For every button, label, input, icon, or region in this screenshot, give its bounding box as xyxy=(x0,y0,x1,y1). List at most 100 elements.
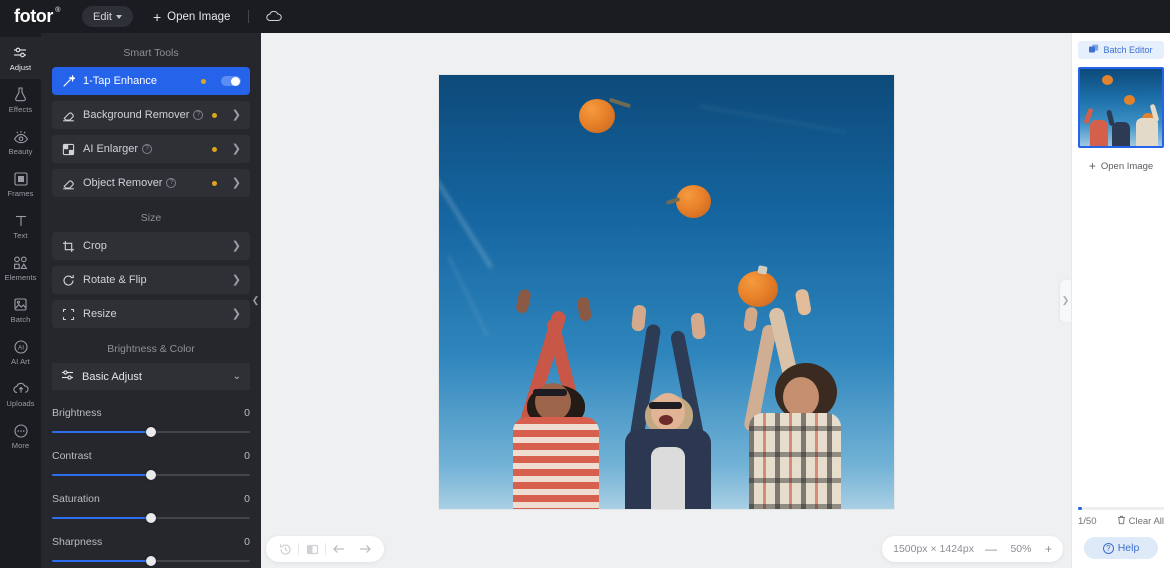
eraser-icon xyxy=(61,109,75,122)
chevron-down-icon[interactable]: ⌄ xyxy=(233,371,241,382)
slider-track[interactable] xyxy=(52,470,250,480)
sidebar-item-ai-art[interactable]: AI AI Art xyxy=(0,331,41,373)
sidebar-item-elements[interactable]: Elements xyxy=(0,247,41,289)
help-icon[interactable]: ? xyxy=(142,144,153,155)
shapes-icon xyxy=(13,255,28,271)
enhance-toggle[interactable] xyxy=(221,76,241,86)
help-icon[interactable]: ? xyxy=(193,110,204,121)
flask-icon xyxy=(14,87,27,103)
person-center xyxy=(607,289,727,509)
canvas-image[interactable] xyxy=(438,74,894,509)
chevron-right-icon[interactable]: ❯ xyxy=(232,109,241,121)
clear-all-label: Clear All xyxy=(1128,516,1164,527)
zoom-level[interactable]: 50% xyxy=(1008,543,1034,555)
tool-label: 1-Tap Enhance xyxy=(83,75,157,87)
chevron-right-icon[interactable]: ❯ xyxy=(232,143,241,155)
zoom-out-button[interactable]: — xyxy=(985,543,997,555)
tool-background-remover[interactable]: Background Remover? ❯ xyxy=(52,101,250,129)
eye-icon xyxy=(13,129,29,145)
contrail xyxy=(446,254,488,337)
slider-value: 0 xyxy=(244,450,250,462)
slider-fill xyxy=(52,560,151,562)
slider-thumb[interactable] xyxy=(146,427,156,437)
chevron-right-icon[interactable]: ❯ xyxy=(232,308,241,320)
sidebar-item-more[interactable]: More xyxy=(0,415,41,457)
cloud-icon[interactable] xyxy=(266,11,283,22)
rotate-icon xyxy=(61,274,75,287)
redo-button[interactable] xyxy=(352,537,378,561)
slider-value: 0 xyxy=(244,407,250,419)
tool-ai-enlarger[interactable]: AI Enlarger? ❯ xyxy=(52,135,250,163)
tool-resize[interactable]: Resize ❯ xyxy=(52,300,250,328)
batch-editor-button[interactable]: Batch Editor xyxy=(1078,41,1164,59)
shirt xyxy=(650,446,685,509)
basic-adjust-accordion[interactable]: Basic Adjust ⌄ xyxy=(52,363,250,390)
collapse-right-panel-handle[interactable]: ❯ xyxy=(1060,279,1071,322)
chevron-right-icon[interactable]: ❯ xyxy=(232,240,241,252)
sidebar-item-text[interactable]: Text xyxy=(0,205,41,247)
tool-label: Object Remover? xyxy=(83,177,204,189)
compare-split-icon[interactable] xyxy=(299,537,325,561)
batch-scrollbar[interactable] xyxy=(1078,507,1164,510)
hand xyxy=(514,287,532,314)
fotor-photo-editor: fotor ® Edit + Open Image Adjust Effects… xyxy=(0,0,1170,568)
fotor-logo[interactable]: fotor ® xyxy=(14,6,60,27)
image-count: 1/50 xyxy=(1078,516,1097,527)
tool-label: Crop xyxy=(83,240,107,252)
premium-dot xyxy=(211,112,217,118)
sidebar-item-label: Frames xyxy=(7,188,34,198)
slider-thumb[interactable] xyxy=(146,470,156,480)
slider-header: Brightness 0 xyxy=(52,407,250,419)
help-icon[interactable]: ? xyxy=(166,178,177,189)
undo-button[interactable] xyxy=(326,537,352,561)
sidebar-item-frames[interactable]: Frames xyxy=(0,163,41,205)
slider-label: Contrast xyxy=(52,450,92,462)
hand xyxy=(689,311,706,340)
image-dimensions: 1500px × 1424px xyxy=(893,543,974,555)
trash-icon xyxy=(1117,515,1126,528)
tool-1-tap-enhance[interactable]: 1-Tap Enhance xyxy=(52,67,250,95)
eraser-icon xyxy=(61,177,75,190)
chevron-right-icon[interactable]: ❯ xyxy=(232,274,241,286)
canvas-area[interactable]: ❮ 1500px × 1424px — 50% + ❯ xyxy=(250,33,1071,568)
slider-track[interactable] xyxy=(52,513,250,523)
collapse-left-panel-handle[interactable]: ❮ xyxy=(250,274,261,327)
image-thumbnail[interactable] xyxy=(1078,67,1164,148)
edit-dropdown[interactable]: Edit xyxy=(81,6,133,27)
sidebar-item-uploads[interactable]: Uploads xyxy=(0,373,41,415)
magic-wand-icon xyxy=(61,74,75,88)
slider-thumb[interactable] xyxy=(146,556,156,566)
open-image-button[interactable]: + Open Image xyxy=(1078,157,1164,175)
thumb-pumpkin xyxy=(1102,75,1113,85)
sidebar-item-effects[interactable]: Effects xyxy=(0,79,41,121)
hand xyxy=(742,305,758,332)
tool-object-remover[interactable]: Object Remover? ❯ xyxy=(52,169,250,197)
open-mouth xyxy=(658,414,673,425)
thumb-person xyxy=(1136,118,1158,146)
history-reset-icon[interactable] xyxy=(272,537,298,561)
clear-all-button[interactable]: Clear All xyxy=(1117,515,1164,528)
sidebar-item-beauty[interactable]: Beauty xyxy=(0,121,41,163)
slider-thumb[interactable] xyxy=(146,513,156,523)
chevron-right-icon[interactable]: ❯ xyxy=(232,177,241,189)
sidebar-item-label: Beauty xyxy=(8,146,33,156)
slider-fill xyxy=(52,517,151,519)
slider-track[interactable] xyxy=(52,556,250,566)
sidebar-item-label: Batch xyxy=(10,314,31,324)
batch-editor-label: Batch Editor xyxy=(1103,45,1153,55)
slider-label: Saturation xyxy=(52,493,100,505)
slider-track[interactable] xyxy=(52,427,250,437)
sidebar-item-batch[interactable]: Batch xyxy=(0,289,41,331)
sidebar-item-adjust[interactable]: Adjust xyxy=(0,37,41,79)
tool-crop[interactable]: Crop ❯ xyxy=(52,232,250,260)
images-icon xyxy=(13,297,28,313)
sidebar-item-label: Effects xyxy=(8,104,33,114)
tool-label: Resize xyxy=(83,308,117,320)
scrollbar-thumb[interactable] xyxy=(1078,507,1082,510)
open-image-header-button[interactable]: + Open Image xyxy=(153,10,230,24)
help-button[interactable]: ? Help xyxy=(1084,537,1158,559)
slider-value: 0 xyxy=(244,493,250,505)
zoom-in-button[interactable]: + xyxy=(1045,543,1052,555)
head xyxy=(650,392,685,431)
tool-rotate-flip[interactable]: Rotate & Flip ❯ xyxy=(52,266,250,294)
